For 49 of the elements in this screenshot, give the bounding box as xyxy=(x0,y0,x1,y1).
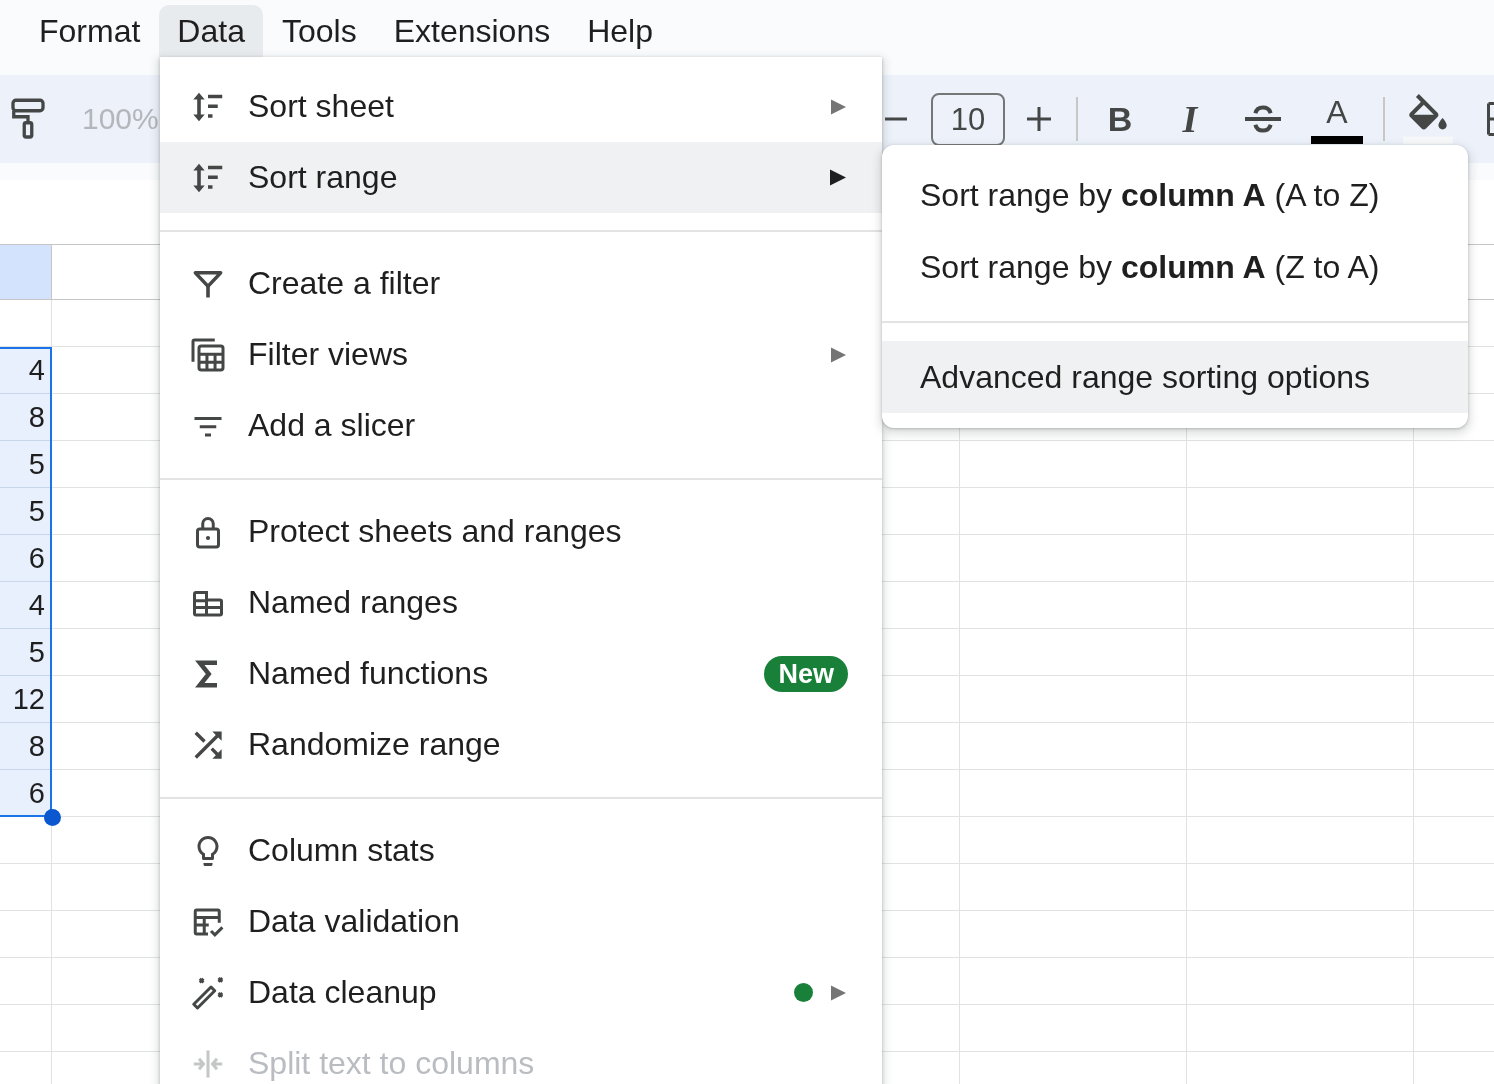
sheet-cell: 6 xyxy=(0,535,52,582)
plus-icon[interactable] xyxy=(1026,106,1052,132)
sheet-cell: 12 xyxy=(0,676,52,723)
menu-bar-item[interactable]: Data xyxy=(159,5,263,57)
paint-roller-icon[interactable] xyxy=(10,98,46,140)
minus-icon[interactable] xyxy=(883,117,909,121)
menu-item[interactable]: Data cleanup xyxy=(160,957,882,1028)
borders-icon[interactable] xyxy=(1487,102,1494,136)
sheet-cell: 5 xyxy=(0,441,52,488)
menu-item[interactable]: Named ranges xyxy=(160,567,882,638)
menu-item[interactable]: Create a filter xyxy=(160,248,882,319)
sheet-cell: 8 xyxy=(0,394,52,441)
menu-item[interactable]: Sort range by column A (A to Z) xyxy=(882,159,1468,231)
menu-item[interactable]: Protect sheets and ranges xyxy=(160,496,882,567)
menu-item[interactable]: Add a slicer xyxy=(160,390,882,461)
menu-bar-item[interactable]: Tools xyxy=(263,5,375,57)
menu-item[interactable]: Sort range by column A (Z to A) xyxy=(882,231,1468,303)
italic-button[interactable]: I xyxy=(1168,95,1212,143)
text-color-button[interactable]: A xyxy=(1311,92,1363,146)
menu-item[interactable]: Data validation xyxy=(160,886,882,957)
paint-bucket-icon[interactable] xyxy=(1403,94,1453,144)
caret-icon xyxy=(830,169,846,186)
caret-icon xyxy=(831,984,846,1001)
menu-item[interactable]: Advanced range sorting options xyxy=(882,341,1468,413)
new-badge: New xyxy=(764,655,848,692)
color-bar-icon xyxy=(1311,136,1363,144)
sheet-cell: 6 xyxy=(0,770,52,817)
bold-button[interactable]: B xyxy=(1098,95,1142,143)
sheet-cell: 5 xyxy=(0,488,52,535)
selection-handle-icon[interactable] xyxy=(44,809,61,826)
menu-item[interactable]: Filter views xyxy=(160,319,882,390)
caret-icon xyxy=(831,98,846,115)
caret-icon xyxy=(831,346,846,363)
sheet-cell: 8 xyxy=(0,723,52,770)
sheet-cell: 4 xyxy=(0,347,52,394)
menu-bar-item[interactable]: Extensions xyxy=(375,5,569,57)
menu-item[interactable]: Sort sheet xyxy=(160,71,882,142)
status-dot-icon xyxy=(794,983,813,1002)
magic-wand-icon xyxy=(190,974,226,1011)
sheet-cell: 4 xyxy=(0,582,52,629)
table-icon xyxy=(190,336,226,373)
sheet-cell: 5 xyxy=(0,629,52,676)
menu-item[interactable]: Named functions New xyxy=(160,638,882,709)
menu-item[interactable]: Column stats xyxy=(160,815,882,886)
menu-item[interactable]: Sort range xyxy=(160,142,882,213)
strikethrough-icon[interactable] xyxy=(1243,104,1283,134)
menu-bar-item[interactable]: Format xyxy=(21,5,159,57)
menu-bar-item[interactable]: Help xyxy=(569,5,671,57)
menu-item[interactable]: Randomize range xyxy=(160,709,882,780)
